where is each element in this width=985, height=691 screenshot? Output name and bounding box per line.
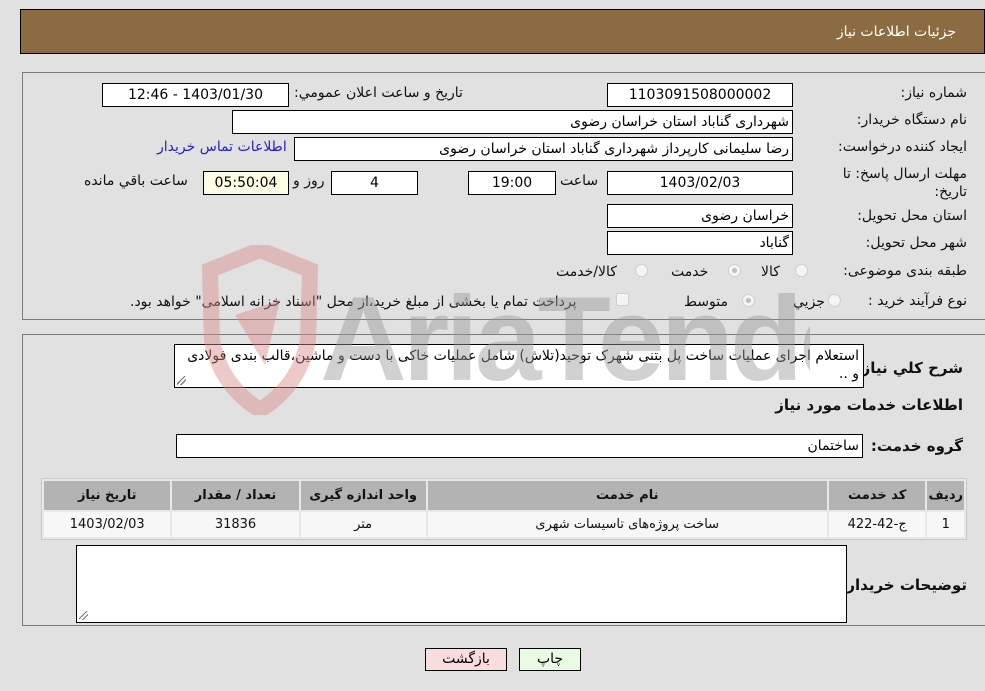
treasury-checkbox[interactable] [616, 293, 629, 306]
category-radio-service[interactable] [728, 264, 741, 277]
column-header-service-name: نام خدمت [427, 481, 827, 510]
back-button[interactable]: بازگشت [425, 648, 507, 671]
column-header-need-date: تاریخ نیاز [44, 481, 171, 510]
buyer-org-field: شهرداری گناباد استان خراسان رضوی [232, 110, 793, 134]
process-option-medium: متوسط [684, 294, 728, 310]
requester-label: ایجاد کننده درخواست: [838, 139, 967, 155]
deadline-time-label: ساعت [560, 173, 599, 189]
page-header: جزئیات اطلاعات نیاز [20, 9, 985, 54]
need-number-field: 1103091508000002 [607, 83, 793, 107]
category-option-service: خدمت [671, 264, 709, 280]
buyer-notes-textarea[interactable] [76, 545, 847, 623]
process-radio-medium[interactable] [742, 294, 755, 307]
cell-quantity: 31836 [172, 512, 299, 537]
announce-datetime-label: تاریخ و ساعت اعلان عمومي: [294, 85, 463, 101]
service-group-label: گروه خدمت: [870, 437, 963, 455]
print-button[interactable]: چاپ [519, 648, 581, 671]
category-option-goods: کالا [761, 264, 780, 280]
process-radio-minor[interactable] [828, 294, 841, 307]
column-header-service-code: کد خدمت [828, 481, 926, 510]
time-remaining-field: 05:50:04 [203, 171, 289, 195]
deadline-label: مهلت ارسال پاسخ: تا تاریخ: [842, 166, 967, 200]
delivery-province-label: استان محل تحویل: [857, 208, 967, 224]
buyer-contact-link[interactable]: اطلاعات تماس خریدار [157, 139, 287, 155]
column-header-row-number: ردیف [927, 481, 964, 510]
description-textarea[interactable]: استعلام اجرای عملیات ساخت پل بتنی شهرک ت… [174, 344, 864, 388]
purchase-process-label: نوع فرآیند خرید : [868, 293, 967, 309]
column-header-unit: واحد اندازه گیری [300, 481, 426, 510]
description-label: شرح کلي نیاز: [855, 359, 963, 377]
category-label: طبقه بندی موضوعی: [843, 263, 967, 279]
buyer-notes-label: توضیحات خریدار: [840, 576, 967, 594]
deadline-date-field: 1403/02/03 [607, 171, 793, 195]
need-details-panel: شماره نیاز: 1103091508000002 تاریخ و ساع… [22, 72, 985, 320]
table-row: 1 ج-42-422 ساخت پروژه‌های تاسیسات شهری م… [44, 512, 964, 537]
buyer-org-label: نام دستگاه خریدار: [856, 112, 967, 128]
table-header-row: ردیف کد خدمت نام خدمت واحد اندازه گیری ت… [44, 481, 964, 510]
page-title: جزئیات اطلاعات نیاز [836, 23, 956, 40]
cell-row-number: 1 [927, 512, 964, 537]
cell-service-code: ج-42-422 [828, 512, 926, 537]
cell-unit: متر [300, 512, 426, 537]
category-radio-goods-service[interactable] [635, 264, 648, 277]
services-panel: شرح کلي نیاز: استعلام اجرای عملیات ساخت … [22, 334, 985, 626]
category-radio-goods[interactable] [795, 264, 808, 277]
cell-need-date: 1403/02/03 [44, 512, 171, 537]
services-section-title: اطلاعات خدمات مورد نیاز [775, 396, 963, 414]
days-label: روز و [293, 173, 325, 189]
need-number-label: شماره نیاز: [900, 85, 968, 101]
category-option-goods-service: کالا/خدمت [556, 264, 617, 280]
process-option-minor: جزيي [793, 294, 825, 310]
days-remaining-field: 4 [331, 171, 418, 195]
column-header-quantity: تعداد / مقدار [172, 481, 299, 510]
service-group-field: ساختمان [176, 434, 863, 458]
deadline-time-field: 19:00 [468, 171, 556, 195]
delivery-province-field: خراسان رضوی [607, 204, 793, 228]
time-remaining-label: ساعت باقي مانده [84, 173, 188, 189]
cell-service-name: ساخت پروژه‌های تاسیسات شهری [427, 512, 827, 537]
announce-datetime-field: 1403/01/30 - 12:46 [102, 83, 289, 107]
services-table: ردیف کد خدمت نام خدمت واحد اندازه گیری ت… [41, 478, 967, 540]
treasury-checkbox-label: پرداخت تمام یا بخشی از مبلغ خرید،از محل … [130, 294, 577, 310]
delivery-city-label: شهر محل تحویل: [865, 235, 967, 251]
delivery-city-field: گناباد [607, 231, 793, 255]
requester-field: رضا سلیمانی کارپرداز شهرداری گناباد استا… [294, 137, 793, 161]
resize-grip-icon[interactable] [177, 376, 186, 385]
description-text: استعلام اجرای عملیات ساخت پل بتنی شهرک ت… [187, 348, 859, 382]
resize-grip-icon[interactable] [79, 611, 88, 620]
